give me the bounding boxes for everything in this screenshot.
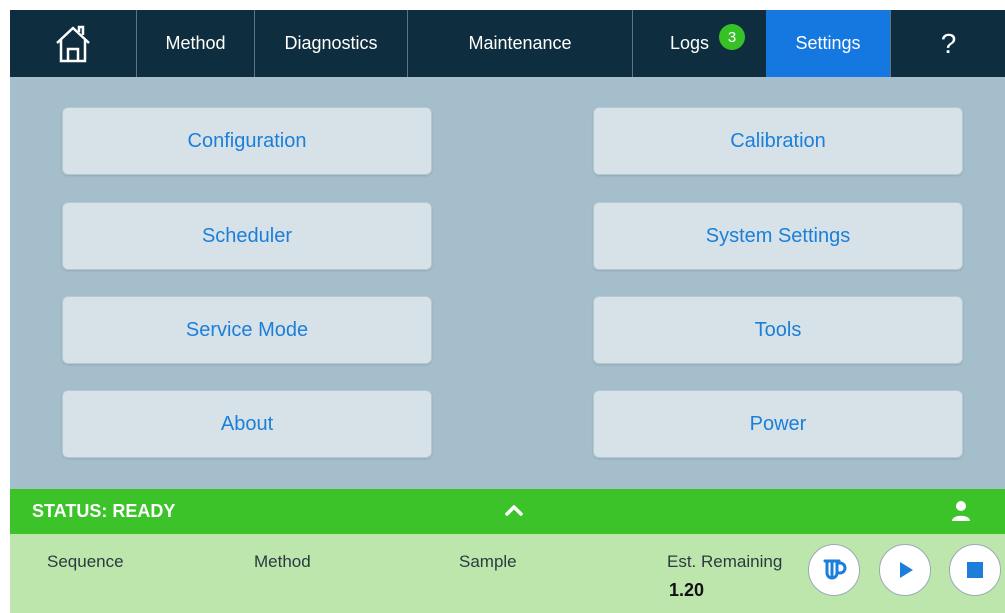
- sample-label: Sample: [459, 552, 517, 571]
- top-navigation: Method Diagnostics Maintenance Logs 3 Se…: [10, 10, 1005, 77]
- tab-diagnostics[interactable]: Diagnostics: [255, 10, 408, 77]
- help-label: ?: [940, 27, 957, 59]
- tab-maintenance-label: Maintenance: [468, 33, 572, 53]
- about-button[interactable]: About: [62, 390, 432, 458]
- app-window: Method Diagnostics Maintenance Logs 3 Se…: [10, 10, 1005, 613]
- sample-cup-icon: [823, 559, 847, 580]
- est-remaining-value: 1.20: [669, 580, 705, 600]
- status-text: STATUS: READY: [32, 501, 176, 521]
- play-button[interactable]: [879, 544, 931, 596]
- help-button[interactable]: ?: [890, 10, 1005, 77]
- tab-method-label: Method: [165, 33, 226, 53]
- tools-label: Tools: [754, 318, 802, 341]
- tab-logs-label: Logs: [669, 33, 710, 53]
- home-button[interactable]: [10, 10, 137, 77]
- tools-button[interactable]: Tools: [593, 296, 963, 364]
- about-label: About: [220, 412, 274, 435]
- service-mode-button[interactable]: Service Mode: [62, 296, 432, 364]
- chevron-up-icon[interactable]: [502, 498, 526, 522]
- tab-settings-label: Settings: [795, 33, 861, 53]
- tab-settings[interactable]: Settings: [766, 10, 890, 77]
- method-label: Method: [254, 552, 311, 571]
- sample-cup-button[interactable]: [808, 544, 860, 596]
- service-mode-label: Service Mode: [185, 318, 309, 341]
- configuration-button[interactable]: Configuration: [62, 107, 432, 175]
- configuration-label: Configuration: [187, 129, 307, 152]
- scheduler-button[interactable]: Scheduler: [62, 202, 432, 270]
- calibration-button[interactable]: Calibration: [593, 107, 963, 175]
- system-settings-button[interactable]: System Settings: [593, 202, 963, 270]
- scheduler-label: Scheduler: [201, 224, 293, 247]
- run-info-panel: Sequence Method Sample Est. Remaining 1.…: [10, 534, 1005, 613]
- user-icon[interactable]: [950, 500, 972, 522]
- tab-diagnostics-label: Diagnostics: [284, 33, 378, 53]
- tab-maintenance[interactable]: Maintenance: [408, 10, 633, 77]
- power-label: Power: [749, 412, 807, 435]
- tab-method[interactable]: Method: [137, 10, 255, 77]
- logs-count-badge: 3: [719, 24, 745, 50]
- stop-button[interactable]: [949, 544, 1001, 596]
- calibration-label: Calibration: [730, 129, 826, 152]
- home-icon: [56, 25, 90, 62]
- play-icon: [900, 562, 913, 578]
- stop-icon: [967, 562, 983, 578]
- status-bar: STATUS: READY: [10, 489, 1005, 534]
- system-settings-label: System Settings: [705, 224, 851, 247]
- power-button[interactable]: Power: [593, 390, 963, 458]
- sequence-label: Sequence: [47, 552, 124, 571]
- est-remaining-label: Est. Remaining: [667, 552, 783, 571]
- tab-logs[interactable]: Logs 3: [633, 10, 766, 77]
